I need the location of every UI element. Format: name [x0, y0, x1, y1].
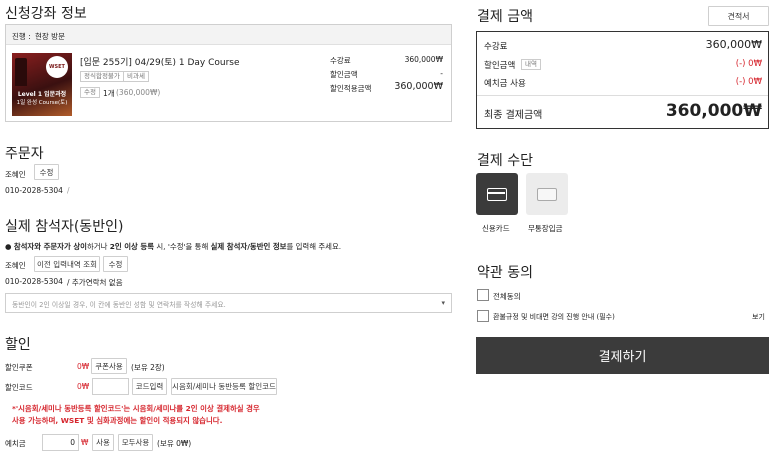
- applied-value: 360,000₩: [394, 81, 443, 92]
- estimate-button[interactable]: 견적서: [708, 6, 769, 26]
- course-box: 진행 : 현장 방문 WSET Level 1 입문과정 1일 완성 Cours…: [5, 24, 452, 122]
- wine-bottle-icon: [15, 58, 27, 86]
- terms-item-label: 환불규정 및 비대면 강의 진행 안내 (필수): [493, 313, 615, 321]
- orderer-edit-button[interactable]: 수정: [34, 164, 59, 180]
- course-tag: 정식합정불가: [80, 71, 124, 82]
- deposit-use-all-button[interactable]: 모두사용: [118, 434, 153, 451]
- attendee-notice: ● 참석자와 주문자가 상이하거나 2인 이상 등록 시, '수정'을 통해 실…: [5, 242, 342, 251]
- course-status-label: 진행 :: [12, 32, 31, 41]
- agree-all-checkbox[interactable]: [477, 289, 489, 301]
- course-status-value: 현장 방문: [35, 32, 65, 41]
- agree-all-label: 전체동의: [493, 292, 521, 301]
- fee-value: 360,000₩: [404, 55, 443, 64]
- discount-title: 할인: [5, 337, 31, 353]
- bank-transfer-option[interactable]: [526, 173, 568, 215]
- orderer-title: 주문자: [5, 146, 44, 162]
- seminar-code-button[interactable]: 시음회/세미나 동반등록 할인코드: [171, 378, 277, 395]
- course-quantity: 1개: [103, 89, 115, 98]
- terms-item-checkbox[interactable]: [477, 310, 489, 322]
- deposit-have: (보유 0₩): [157, 439, 192, 448]
- wset-logo: WSET: [46, 56, 68, 78]
- coupon-have: (보유 2장): [131, 363, 165, 372]
- attendee-title: 실제 참석자(동반인): [5, 219, 124, 235]
- course-name[interactable]: [입문 255기] 04/29(토) 1 Day Course: [80, 55, 240, 68]
- discount-warning-line1: *'시음회/세미나 동반등록 할인코드'는 시음회/세미나를 2인 이상 결제하…: [12, 404, 260, 413]
- attendee-extra-contact: / 추가연락처 없음: [67, 278, 123, 287]
- course-status-bar: [6, 25, 451, 45]
- final-amount-value: 360,000₩: [665, 101, 762, 121]
- thumb-line1: Level 1 입문과정: [17, 91, 67, 98]
- discount-value: -: [440, 69, 443, 78]
- bank-transfer-icon: [537, 188, 557, 201]
- credit-card-label: 신용카드: [482, 224, 510, 233]
- applied-label: 할인적용금액: [330, 84, 372, 93]
- pay-fee-value: 360,000₩: [705, 38, 762, 51]
- deposit-use-button[interactable]: 사용: [92, 434, 114, 451]
- chevron-down-icon: ▾: [441, 299, 445, 307]
- payment-box: 수강료 360,000₩ 할인금액 내역 (-) 0₩ 예치금 사용 (-) 0…: [476, 31, 769, 129]
- course-thumbnail[interactable]: WSET Level 1 입문과정 1일 완성 Course(토): [12, 53, 72, 116]
- method-title: 결제 수단: [477, 153, 533, 169]
- orderer-separator: /: [67, 186, 70, 195]
- payment-title: 결제 금액: [477, 9, 533, 25]
- discount-label: 할인금액: [330, 70, 358, 79]
- pay-discount-value: (-) 0₩: [735, 59, 762, 69]
- deposit-input-value: 0: [70, 438, 75, 447]
- coupon-label: 할인쿠폰: [5, 363, 33, 372]
- companion-select[interactable]: 동반인이 2인 이상일 경우, 이 칸에 동반인 성함 및 연락처를 작성해 주…: [5, 293, 452, 313]
- coupon-amount: 0₩: [77, 362, 90, 371]
- coupon-use-button[interactable]: 쿠폰사용: [91, 358, 127, 374]
- deposit-label: 예치금: [5, 439, 26, 448]
- pay-discount-label: 할인금액: [484, 61, 516, 71]
- thumb-line2: 1일 완성 Course(토): [16, 100, 68, 106]
- companion-select-placeholder: 동반인이 2인 이상일 경우, 이 칸에 동반인 성함 및 연락처를 작성해 주…: [12, 301, 226, 309]
- terms-view-link[interactable]: 보기: [752, 312, 765, 322]
- deposit-input[interactable]: 0: [42, 434, 79, 451]
- terms-title: 약관 동의: [477, 265, 533, 281]
- course-tag: 비과세: [123, 71, 149, 82]
- deposit-unit: ₩: [81, 438, 89, 447]
- code-submit-button[interactable]: 코드입력: [132, 378, 167, 395]
- credit-card-icon: [487, 188, 507, 201]
- payment-divider: [477, 95, 768, 96]
- final-amount-label: 최종 결제금액: [484, 110, 543, 121]
- code-label: 할인코드: [5, 383, 33, 392]
- bank-transfer-label: 무통장입금: [528, 224, 563, 233]
- attendee-phone: 010-2028-5304: [5, 277, 63, 286]
- course-edit-button[interactable]: 수정: [80, 87, 100, 98]
- orderer-phone: 010-2028-5304: [5, 186, 63, 195]
- attendee-edit-button[interactable]: 수정: [103, 256, 128, 272]
- attendee-name: 조혜인: [5, 261, 26, 270]
- pay-deposit-value: (-) 0₩: [735, 77, 762, 87]
- course-section-title: 신청강좌 정보: [5, 6, 87, 22]
- pay-button[interactable]: 결제하기: [476, 337, 769, 374]
- fee-label: 수강료: [330, 56, 351, 65]
- pay-deposit-label: 예치금 사용: [484, 79, 526, 89]
- discount-detail-button[interactable]: 내역: [521, 59, 541, 70]
- previous-entries-button[interactable]: 이전 입력내역 조회: [34, 256, 100, 272]
- credit-card-option[interactable]: [476, 173, 518, 215]
- code-input[interactable]: [92, 378, 129, 395]
- discount-warning-line2: 사용 가능하며, WSET 및 심화과정에는 할인이 적용되지 않습니다.: [12, 416, 223, 425]
- code-amount: 0₩: [77, 382, 90, 391]
- orderer-name: 조혜인: [5, 170, 26, 179]
- pay-fee-label: 수강료: [484, 42, 508, 52]
- course-quantity-price: (360,000₩): [116, 88, 161, 97]
